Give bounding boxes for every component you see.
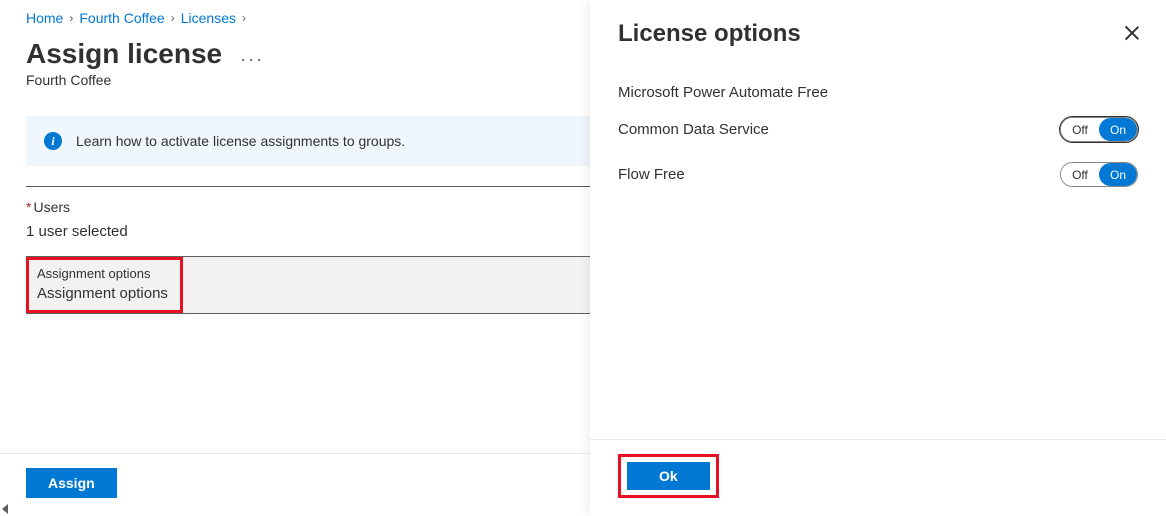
scroll-left-icon[interactable] (2, 504, 8, 514)
ok-button-highlight: Ok (618, 454, 719, 498)
page-header: Assign license ··· (0, 34, 590, 72)
toggle-off[interactable]: Off (1061, 163, 1099, 186)
more-options-button[interactable]: ··· (240, 39, 264, 70)
info-banner: i Learn how to activate license assignme… (26, 116, 590, 166)
assignment-options-highlight: Assignment options Assignment options (26, 257, 183, 313)
panel-title: License options (618, 20, 801, 48)
toggle-common-data-service[interactable]: Off On (1060, 117, 1138, 142)
close-icon[interactable] (1124, 26, 1140, 42)
assign-button[interactable]: Assign (26, 468, 117, 498)
main-footer: Assign (0, 453, 590, 516)
panel-footer: Ok (590, 439, 1166, 516)
page-subtitle: Fourth Coffee (0, 72, 590, 116)
toggle-flow-free[interactable]: Off On (1060, 162, 1138, 187)
toggle-label: Flow Free (618, 166, 685, 183)
breadcrumb-home[interactable]: Home (26, 10, 63, 26)
chevron-right-icon: › (171, 11, 175, 25)
toggle-row-common-data-service: Common Data Service Off On (618, 117, 1138, 142)
breadcrumb-licenses[interactable]: Licenses (181, 10, 236, 26)
breadcrumb-fourth-coffee[interactable]: Fourth Coffee (79, 10, 164, 26)
assignment-options-value: Assignment options (37, 285, 168, 302)
users-value: 1 user selected (26, 223, 564, 240)
chevron-right-icon: › (69, 11, 73, 25)
info-banner-text: Learn how to activate license assignment… (76, 133, 405, 149)
chevron-right-icon: › (242, 11, 246, 25)
toggle-on[interactable]: On (1099, 163, 1137, 186)
license-options-panel: License options Microsoft Power Automate… (590, 0, 1166, 516)
ok-button[interactable]: Ok (627, 462, 710, 490)
users-label: *Users (26, 199, 564, 215)
panel-header: License options (590, 0, 1166, 58)
panel-body: Microsoft Power Automate Free Common Dat… (590, 58, 1166, 187)
toggle-on[interactable]: On (1099, 118, 1137, 141)
toggle-row-flow-free: Flow Free Off On (618, 162, 1138, 187)
breadcrumb: Home › Fourth Coffee › Licenses › (0, 10, 590, 34)
info-icon: i (44, 132, 62, 150)
page-title: Assign license (26, 38, 222, 70)
license-plan-name: Microsoft Power Automate Free (618, 84, 1138, 101)
assignment-options-label: Assignment options (37, 266, 168, 281)
toggle-off[interactable]: Off (1061, 118, 1099, 141)
main-panel: Home › Fourth Coffee › Licenses › Assign… (0, 0, 590, 516)
toggle-label: Common Data Service (618, 121, 769, 138)
assignment-options-section[interactable]: Assignment options Assignment options (26, 256, 590, 314)
users-field[interactable]: *Users 1 user selected (0, 187, 590, 256)
